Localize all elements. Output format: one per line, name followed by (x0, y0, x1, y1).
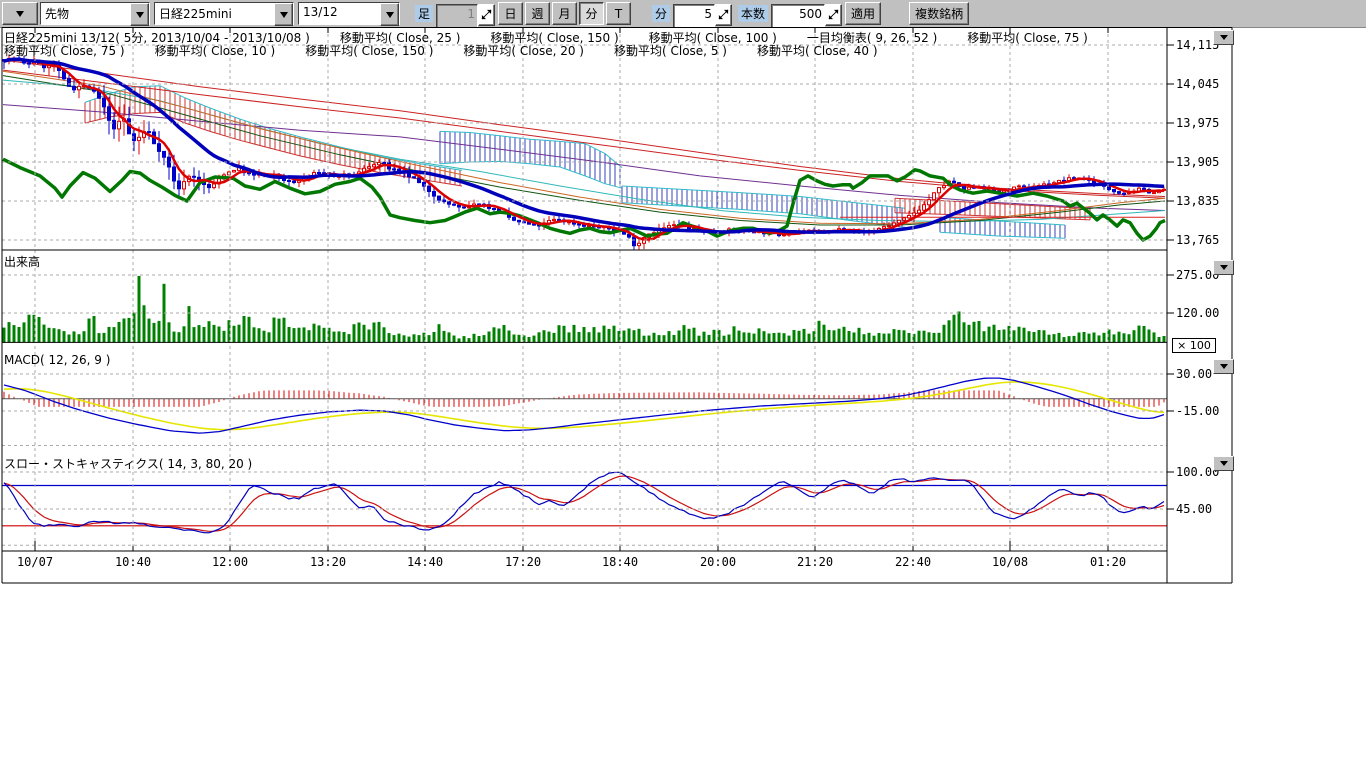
price-scale-dropdown-button[interactable] (1213, 30, 1234, 45)
category-combobox[interactable]: 先物 (40, 2, 150, 25)
bar-interval-label: 足 (415, 5, 433, 22)
price-axis-label: 13,975 (1176, 116, 1219, 130)
period-button-group: 日週月分T (498, 2, 633, 25)
x-axis-label: 01:20 (1090, 555, 1126, 569)
trading-app-window: 先物 日経225mini 13/12 足 1 日週月分T 分 5 本数 (0, 0, 1366, 768)
spinner-icon[interactable] (715, 4, 732, 26)
chevron-down-icon[interactable] (130, 3, 149, 26)
bar-count-label: 本数 (738, 5, 768, 22)
stoch-axis-label: 45.00 (1176, 502, 1212, 516)
apply-button[interactable]: 適用 (845, 2, 881, 25)
x-axis-label: 20:00 (700, 555, 736, 569)
x-axis-label: 22:40 (895, 555, 931, 569)
bar-count-input[interactable]: 500 (771, 4, 825, 28)
contract-month-combobox-value: 13/12 (299, 3, 380, 24)
price-axis-label: 13,905 (1176, 155, 1219, 169)
x-axis-label: 12:00 (212, 555, 248, 569)
price-axis-label: 13,765 (1176, 233, 1219, 247)
period-button-週[interactable]: 週 (525, 2, 550, 25)
macd-scale-dropdown-button[interactable] (1213, 359, 1234, 374)
x-axis-label: 21:20 (797, 555, 833, 569)
chevron-down-icon (16, 11, 24, 17)
spinner-icon[interactable] (478, 4, 495, 26)
macd-axis-label: 30.00 (1176, 367, 1212, 381)
period-button-月[interactable]: 月 (552, 2, 577, 25)
volume-axis-label: 120.00 (1176, 306, 1219, 320)
symbol-combobox-value: 日経225mini (155, 3, 274, 24)
x-axis-label: 17:20 (505, 555, 541, 569)
x-axis-label: 10/07 (17, 555, 53, 569)
period-button-日[interactable]: 日 (498, 2, 523, 25)
minute-input[interactable]: 5 (673, 4, 715, 28)
x-axis-label: 10/08 (992, 555, 1028, 569)
multi-symbol-button[interactable]: 複数銘柄 (909, 2, 969, 25)
chevron-down-icon (1220, 364, 1228, 369)
chevron-down-icon (1220, 35, 1228, 40)
x-axis-label: 18:40 (602, 555, 638, 569)
x-axis-label: 13:20 (310, 555, 346, 569)
price-axis-label: 13,835 (1176, 194, 1219, 208)
chevron-down-icon (1220, 461, 1228, 466)
category-combobox-value: 先物 (41, 3, 130, 24)
macd-axis-label: -15.00 (1176, 404, 1219, 418)
toolbar: 先物 日経225mini 13/12 足 1 日週月分T 分 5 本数 (0, 0, 1366, 28)
stochastics-scale-dropdown-button[interactable] (1213, 456, 1234, 471)
volume-scale-dropdown-button[interactable] (1213, 260, 1234, 275)
nav-dropdown-button[interactable] (2, 2, 38, 25)
x-axis-label: 10:40 (115, 555, 151, 569)
price-axis-label: 14,045 (1176, 77, 1219, 91)
chart-canvas[interactable]: 10/07 10:40 12:00 13:20 14:40 17:20 18:40 20:00… (0, 27, 1366, 768)
period-button-分[interactable]: 分 (579, 2, 604, 25)
x-axis-label: 14:40 (407, 555, 443, 569)
volume-multiplier-badge: × 100 (1172, 338, 1216, 353)
period-button-T[interactable]: T (606, 2, 631, 25)
minute-label: 分 (652, 5, 670, 22)
symbol-combobox[interactable]: 日経225mini (154, 2, 294, 25)
chevron-down-icon[interactable] (380, 3, 399, 26)
chevron-down-icon (1220, 265, 1228, 270)
chevron-down-icon[interactable] (274, 3, 293, 26)
contract-month-combobox[interactable]: 13/12 (298, 2, 400, 25)
spinner-icon[interactable] (825, 4, 842, 26)
bar-interval-input[interactable]: 1 (436, 4, 478, 28)
